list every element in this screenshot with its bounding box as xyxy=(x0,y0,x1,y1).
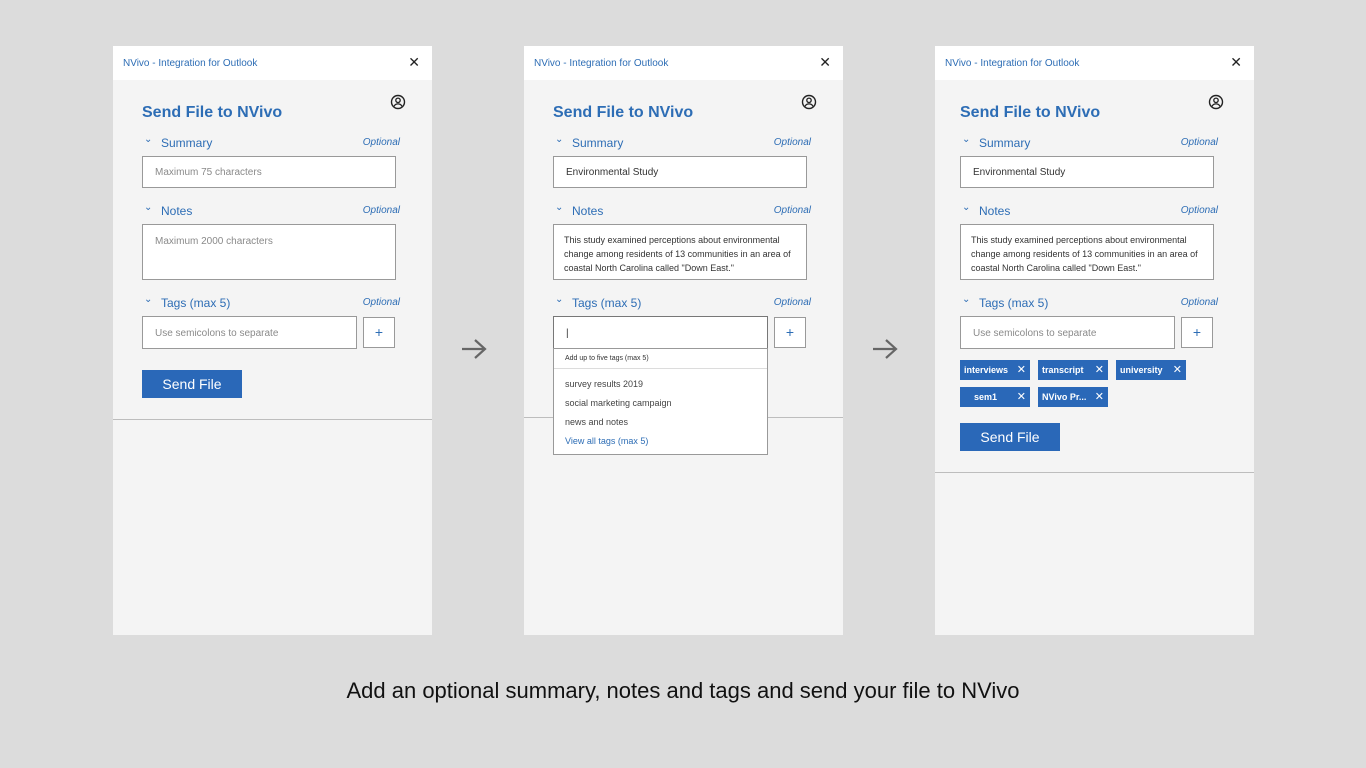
send-file-button[interactable]: Send File xyxy=(142,370,242,398)
tag-chip: transcript ✕ xyxy=(1038,360,1108,380)
summary-section-header[interactable]: ⌄ Summary Optional xyxy=(142,134,400,150)
notes-label: Notes xyxy=(572,204,604,218)
chevron-down-icon: ⌄ xyxy=(144,202,153,213)
tags-section-header[interactable]: ⌄ Tags (max 5) Optional xyxy=(960,294,1218,310)
remove-tag-icon[interactable]: ✕ xyxy=(1095,387,1104,407)
close-icon[interactable]: ✕ xyxy=(1230,54,1242,70)
summary-section-header[interactable]: ⌄ Summary Optional xyxy=(553,134,811,150)
tags-label: Tags (max 5) xyxy=(572,296,642,310)
notes-label: Notes xyxy=(979,204,1011,218)
close-icon[interactable]: ✕ xyxy=(408,54,420,70)
divider xyxy=(935,472,1254,473)
add-tag-button[interactable]: + xyxy=(774,317,806,348)
title-bar: NVivo - Integration for Outlook ✕ xyxy=(935,46,1254,80)
notes-section-header[interactable]: ⌄ Notes Optional xyxy=(142,202,400,218)
optional-label: Optional xyxy=(1180,297,1218,308)
chevron-down-icon: ⌄ xyxy=(962,294,971,305)
tags-label: Tags (max 5) xyxy=(161,296,231,310)
tags-section-header[interactable]: ⌄ Tags (max 5) Optional xyxy=(142,294,400,310)
title-bar: NVivo - Integration for Outlook ✕ xyxy=(113,46,432,80)
chevron-down-icon: ⌄ xyxy=(144,294,153,305)
remove-tag-icon[interactable]: ✕ xyxy=(1017,387,1026,407)
summary-input[interactable]: Environmental Study xyxy=(960,156,1214,188)
remove-tag-icon[interactable]: ✕ xyxy=(1173,360,1182,380)
tags-label: Tags (max 5) xyxy=(979,296,1049,310)
chevron-down-icon: ⌄ xyxy=(962,202,971,213)
optional-label: Optional xyxy=(362,205,400,216)
notes-section-header[interactable]: ⌄ Notes Optional xyxy=(960,202,1218,218)
chevron-down-icon: ⌄ xyxy=(555,294,564,305)
close-icon[interactable]: ✕ xyxy=(819,54,831,70)
summary-label: Summary xyxy=(572,136,624,150)
summary-label: Summary xyxy=(161,136,213,150)
caption: Add an optional summary, notes and tags … xyxy=(346,678,1020,703)
notes-textarea[interactable]: Maximum 2000 characters xyxy=(142,224,396,280)
chevron-down-icon: ⌄ xyxy=(555,202,564,213)
add-tag-button[interactable]: + xyxy=(1181,317,1213,348)
summary-input[interactable]: Environmental Study xyxy=(553,156,807,188)
add-tag-button[interactable]: + xyxy=(363,317,395,348)
notes-section-header[interactable]: ⌄ Notes Optional xyxy=(553,202,811,218)
addin-panel-empty: NVivo - Integration for Outlook ✕ Send F… xyxy=(113,46,432,635)
arrow-right-icon xyxy=(873,339,898,359)
summary-section-header[interactable]: ⌄ Summary Optional xyxy=(960,134,1218,150)
tag-chip-label: transcript xyxy=(1042,365,1084,375)
tag-suggestion-item[interactable]: news and notes xyxy=(565,417,628,427)
page-title: Send File to NVivo xyxy=(960,104,1101,121)
chevron-down-icon: ⌄ xyxy=(144,134,153,145)
send-file-button[interactable]: Send File xyxy=(960,423,1060,451)
optional-label: Optional xyxy=(773,297,811,308)
notes-label: Notes xyxy=(161,204,193,218)
remove-tag-icon[interactable]: ✕ xyxy=(1095,360,1104,380)
user-account-icon[interactable] xyxy=(1208,94,1224,110)
notes-textarea[interactable]: This study examined perceptions about en… xyxy=(553,224,807,280)
window-title: NVivo - Integration for Outlook xyxy=(945,58,1080,69)
summary-input[interactable]: Maximum 75 characters xyxy=(142,156,396,188)
tag-chip: NVivo Pr... ✕ xyxy=(1038,387,1108,407)
tags-input-focused[interactable]: | xyxy=(553,316,768,349)
arrow-right-icon xyxy=(462,339,487,359)
tag-chip: interviews ✕ xyxy=(960,360,1030,380)
page-title: Send File to NVivo xyxy=(142,104,283,121)
optional-label: Optional xyxy=(362,297,400,308)
optional-label: Optional xyxy=(1180,205,1218,216)
page-title: Send File to NVivo xyxy=(553,104,694,121)
tags-section-header[interactable]: ⌄ Tags (max 5) Optional xyxy=(553,294,811,310)
optional-label: Optional xyxy=(773,137,811,148)
tag-chip: university ✕ xyxy=(1116,360,1186,380)
divider xyxy=(554,368,767,369)
divider xyxy=(113,419,432,420)
title-bar: NVivo - Integration for Outlook ✕ xyxy=(524,46,843,80)
summary-label: Summary xyxy=(979,136,1031,150)
dropdown-hint: Add up to five tags (max 5) xyxy=(565,355,649,362)
user-account-icon[interactable] xyxy=(390,94,406,110)
chevron-down-icon: ⌄ xyxy=(555,134,564,145)
tag-suggestion-item[interactable]: social marketing campaign xyxy=(565,398,672,408)
tag-suggestion-item[interactable]: survey results 2019 xyxy=(565,379,643,389)
optional-label: Optional xyxy=(1180,137,1218,148)
tag-chip-label: sem1 xyxy=(974,392,998,402)
tags-input[interactable]: Use semicolons to separate xyxy=(142,316,357,349)
tag-chip-label: university xyxy=(1120,365,1163,375)
addin-panel-tag-dropdown: NVivo - Integration for Outlook ✕ Send F… xyxy=(524,46,843,635)
tag-chip-label: interviews xyxy=(964,365,1009,375)
optional-label: Optional xyxy=(362,137,400,148)
tag-chip-label: NVivo Pr... xyxy=(1042,392,1087,402)
window-title: NVivo - Integration for Outlook xyxy=(123,58,258,69)
tags-input[interactable]: Use semicolons to separate xyxy=(960,316,1175,349)
chevron-down-icon: ⌄ xyxy=(962,134,971,145)
tag-suggestions-dropdown: Add up to five tags (max 5) survey resul… xyxy=(553,348,768,455)
notes-textarea[interactable]: This study examined perceptions about en… xyxy=(960,224,1214,280)
optional-label: Optional xyxy=(773,205,811,216)
addin-panel-tags-added: NVivo - Integration for Outlook ✕ Send F… xyxy=(935,46,1254,635)
tag-chip: sem1 ✕ xyxy=(960,387,1030,407)
user-account-icon[interactable] xyxy=(801,94,817,110)
view-all-tags-link[interactable]: View all tags (max 5) xyxy=(565,436,648,446)
remove-tag-icon[interactable]: ✕ xyxy=(1017,360,1026,380)
window-title: NVivo - Integration for Outlook xyxy=(534,58,669,69)
